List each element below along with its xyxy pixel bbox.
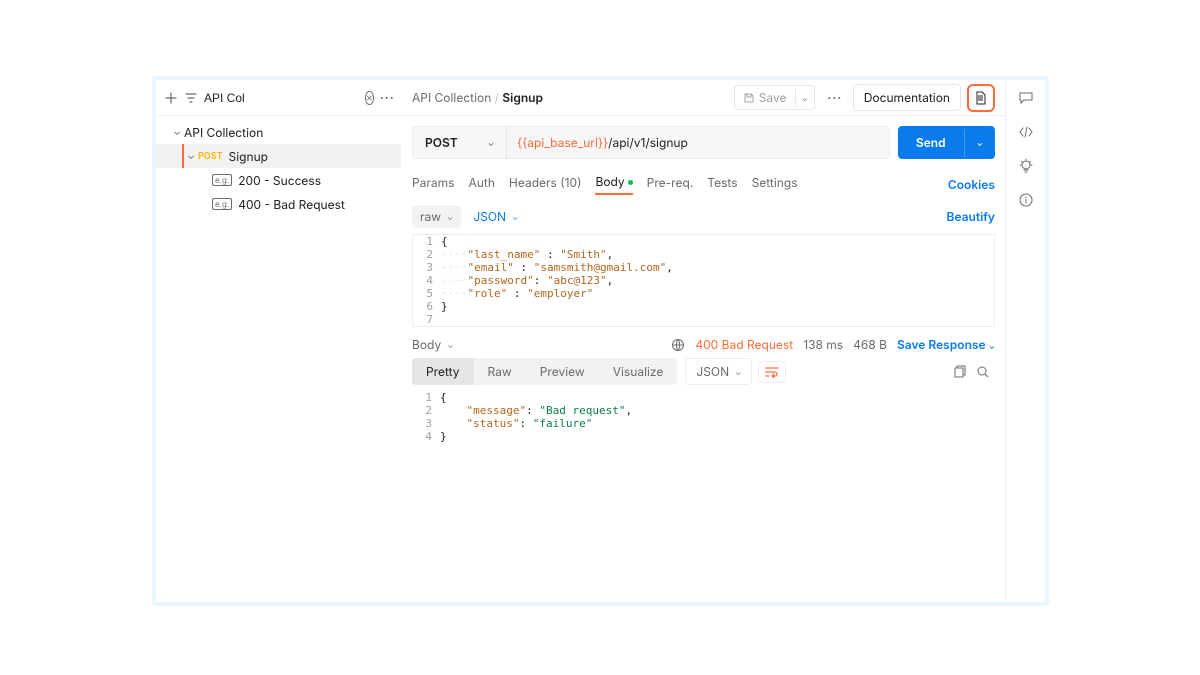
tab-params[interactable]: Params [412, 175, 455, 194]
breadcrumb-current: Signup [502, 90, 543, 105]
send-dropdown[interactable]: ⌄ [964, 129, 995, 157]
request-label: Signup [229, 149, 269, 164]
body-raw-select[interactable]: raw ⌄ [412, 205, 461, 228]
cookies-link[interactable]: Cookies [948, 177, 995, 192]
body-json-select[interactable]: JSON ⌄ [473, 209, 518, 224]
response-view-tabs: Pretty Raw Preview Visualize [412, 358, 677, 385]
example-badge: e.g. [212, 174, 232, 186]
response-time: 138 ms [803, 337, 843, 352]
sidebar-toolbar: ✕ ··· [156, 80, 401, 116]
globe-icon [671, 338, 685, 352]
response-tabs: Pretty Raw Preview Visualize JSON ⌄ [402, 358, 1005, 385]
save-response-button[interactable]: Save Response ⌄ [897, 337, 995, 352]
url-row: POST ⌄ {{api_base_url}}/api/v1/signup Se… [402, 116, 1005, 169]
tree-example-200[interactable]: e.g. 200 - Success [156, 168, 401, 192]
tab-prereq[interactable]: Pre-req. [647, 175, 694, 194]
chevron-down-icon: ⌄ [170, 126, 184, 138]
search-response-button[interactable] [971, 360, 995, 384]
chevron-down-icon: ⌄ [512, 212, 518, 222]
tree-request-signup[interactable]: ⌄ POST Signup [156, 144, 401, 168]
collection-label: API Collection [184, 125, 263, 140]
save-icon [743, 92, 755, 104]
info-icon[interactable] [1018, 192, 1034, 208]
response-size: 468 B [853, 337, 887, 352]
search-icon [976, 365, 990, 379]
example-label: 200 - Success [238, 173, 321, 188]
copy-icon [952, 365, 966, 379]
request-body-editor[interactable]: 1{ 2····"last_name" : "Smith", 3····"ema… [412, 234, 995, 327]
response-status: 400 Bad Request [695, 337, 793, 352]
header-more-button[interactable]: ··· [823, 86, 847, 110]
right-rail [1005, 80, 1045, 602]
tree-example-400[interactable]: e.g. 400 - Bad Request [156, 192, 401, 216]
chevron-down-icon: ⌄ [447, 212, 453, 222]
tab-headers[interactable]: Headers (10) [509, 175, 582, 194]
tab-settings[interactable]: Settings [752, 175, 798, 194]
save-dropdown[interactable]: ⌄ [795, 89, 814, 107]
response-header: Body ⌄ 400 Bad Request 138 ms 468 B Save… [402, 327, 1005, 358]
document-icon [974, 91, 988, 105]
lightbulb-icon[interactable] [1018, 158, 1034, 174]
response-body-dropdown[interactable]: Body ⌄ [412, 337, 453, 352]
breadcrumb-collection[interactable]: API Collection [412, 90, 491, 105]
send-button[interactable]: Send ⌄ [898, 126, 995, 159]
tree-collection[interactable]: ⌄ API Collection [156, 120, 401, 144]
resp-tab-raw[interactable]: Raw [474, 358, 526, 385]
example-badge: e.g. [212, 198, 232, 210]
copy-response-button[interactable] [947, 360, 971, 384]
tab-auth[interactable]: Auth [469, 175, 495, 194]
sidebar-search-input[interactable] [204, 91, 359, 105]
url-variable: {{api_base_url}} [517, 135, 608, 150]
request-header: API Collection / Signup Save ⌄ ··· Docum… [402, 80, 1005, 116]
wrap-lines-button[interactable] [758, 361, 786, 383]
content: API Collection / Signup Save ⌄ ··· Docum… [402, 80, 1005, 602]
request-tabs: Params Auth Headers (10) Body Pre-req. T… [402, 169, 1005, 199]
documentation-icon-highlight[interactable] [967, 84, 995, 112]
resp-json-select[interactable]: JSON ⌄ [685, 358, 752, 385]
save-button[interactable]: Save [735, 86, 795, 109]
response-body-editor[interactable]: 1{ 2 "message": "Bad request", 3 "status… [412, 391, 995, 443]
beautify-button[interactable]: Beautify [947, 209, 995, 224]
breadcrumb: API Collection / Signup [412, 90, 734, 105]
save-button-group: Save ⌄ [734, 85, 815, 110]
documentation-button[interactable]: Documentation [853, 84, 961, 111]
method-select[interactable]: POST ⌄ [413, 127, 507, 158]
method-badge: POST [198, 151, 223, 162]
main-panel: API Collection / Signup Save ⌄ ··· Docum… [402, 80, 1045, 602]
chevron-down-icon: ⌄ [447, 340, 453, 350]
resp-tab-pretty[interactable]: Pretty [412, 358, 474, 385]
tab-body[interactable]: Body [595, 174, 632, 195]
sidebar: ✕ ··· ⌄ API Collection ⌄ POST Signup e.g… [156, 80, 402, 602]
resp-tab-visualize[interactable]: Visualize [599, 358, 678, 385]
collection-tree: ⌄ API Collection ⌄ POST Signup e.g. 200 … [156, 116, 401, 216]
url-path: /api/v1/signup [608, 135, 688, 150]
filter-icon[interactable] [184, 86, 198, 110]
app-frame: ✕ ··· ⌄ API Collection ⌄ POST Signup e.g… [152, 76, 1049, 606]
chevron-down-icon: ⌄ [184, 150, 198, 162]
example-label: 400 - Bad Request [238, 197, 345, 212]
resp-tab-preview[interactable]: Preview [526, 358, 599, 385]
new-button[interactable] [164, 86, 178, 110]
url-input[interactable]: {{api_base_url}}/api/v1/signup [507, 135, 889, 150]
body-type-row: raw ⌄ JSON ⌄ Beautify [402, 199, 1005, 234]
modified-dot-icon [628, 180, 633, 185]
code-icon[interactable] [1018, 124, 1034, 140]
comments-icon[interactable] [1018, 90, 1034, 106]
chevron-down-icon: ⌄ [735, 367, 741, 377]
clear-search-button[interactable]: ✕ [365, 91, 374, 105]
url-box: POST ⌄ {{api_base_url}}/api/v1/signup [412, 126, 890, 159]
chevron-down-icon: ⌄ [488, 138, 494, 148]
wrap-icon [765, 366, 779, 378]
sidebar-more-button[interactable]: ··· [380, 86, 395, 110]
tab-tests[interactable]: Tests [707, 175, 737, 194]
